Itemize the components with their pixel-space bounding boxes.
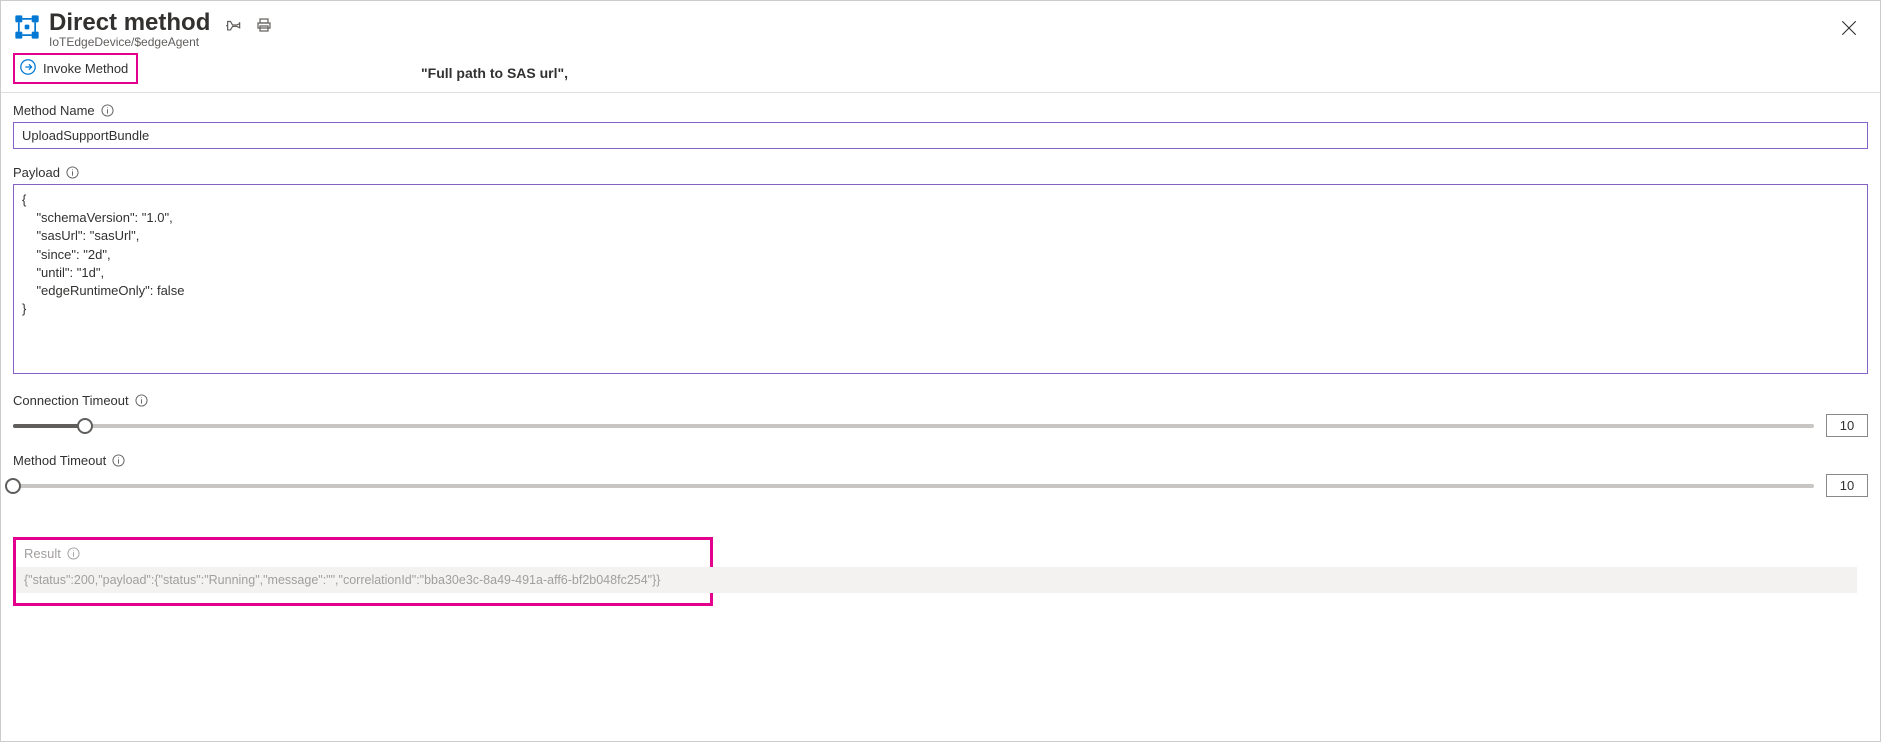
slider-rail <box>13 424 1814 428</box>
invoke-method-button[interactable]: Invoke Method <box>13 53 138 84</box>
info-icon[interactable] <box>67 547 80 560</box>
method-timeout-section: Method Timeout 10 <box>13 453 1868 497</box>
slider-rail <box>13 484 1814 488</box>
slider-thumb[interactable] <box>5 478 21 494</box>
breadcrumb: IoTEdgeDevice/$edgeAgent <box>49 35 210 49</box>
header-actions <box>226 17 272 36</box>
payload-input[interactable] <box>13 184 1868 374</box>
connection-timeout-slider-row: 10 <box>13 414 1868 437</box>
method-name-input[interactable] <box>13 122 1868 149</box>
payload-section: Payload <box>13 165 1868 377</box>
method-timeout-slider[interactable] <box>13 478 1814 494</box>
info-icon[interactable] <box>112 454 125 467</box>
method-name-label-text: Method Name <box>13 103 95 118</box>
page-title: Direct method <box>49 9 210 37</box>
invoke-arrow-icon <box>19 58 37 79</box>
pin-icon[interactable] <box>226 17 242 36</box>
payload-label-text: Payload <box>13 165 60 180</box>
floating-hint-text: "Full path to SAS url", <box>421 65 568 81</box>
result-block: Result {"status":200,"payload":{"status"… <box>13 537 713 606</box>
connection-timeout-label: Connection Timeout <box>13 393 1868 408</box>
result-output: {"status":200,"payload":{"status":"Runni… <box>16 567 1857 593</box>
toolbar: Invoke Method <box>1 49 1880 92</box>
iot-hub-icon <box>13 13 41 41</box>
slider-fill <box>13 424 85 428</box>
connection-timeout-slider[interactable] <box>13 418 1814 434</box>
connection-timeout-section: Connection Timeout 10 <box>13 393 1868 437</box>
slider-thumb[interactable] <box>77 418 93 434</box>
result-output-text: {"status":200,"payload":{"status":"Runni… <box>24 573 704 587</box>
method-timeout-value[interactable]: 10 <box>1826 474 1868 497</box>
method-name-label: Method Name <box>13 103 1868 118</box>
payload-label: Payload <box>13 165 1868 180</box>
info-icon[interactable] <box>66 166 79 179</box>
print-icon[interactable] <box>256 17 272 36</box>
header: Direct method IoTEdgeDevice/$edgeAgent <box>1 1 1880 49</box>
info-icon[interactable] <box>135 394 148 407</box>
method-timeout-label: Method Timeout <box>13 453 1868 468</box>
title-block: Direct method IoTEdgeDevice/$edgeAgent <box>49 9 210 49</box>
result-label-text: Result <box>24 546 61 561</box>
result-label: Result <box>24 546 702 561</box>
method-timeout-label-text: Method Timeout <box>13 453 106 468</box>
form-area: Method Name Payload Connection Timeout <box>1 93 1880 525</box>
method-name-section: Method Name <box>13 103 1868 149</box>
connection-timeout-value[interactable]: 10 <box>1826 414 1868 437</box>
close-icon[interactable] <box>1840 19 1858 37</box>
invoke-method-label: Invoke Method <box>43 61 128 76</box>
method-timeout-slider-row: 10 <box>13 474 1868 497</box>
info-icon[interactable] <box>101 104 114 117</box>
connection-timeout-label-text: Connection Timeout <box>13 393 129 408</box>
